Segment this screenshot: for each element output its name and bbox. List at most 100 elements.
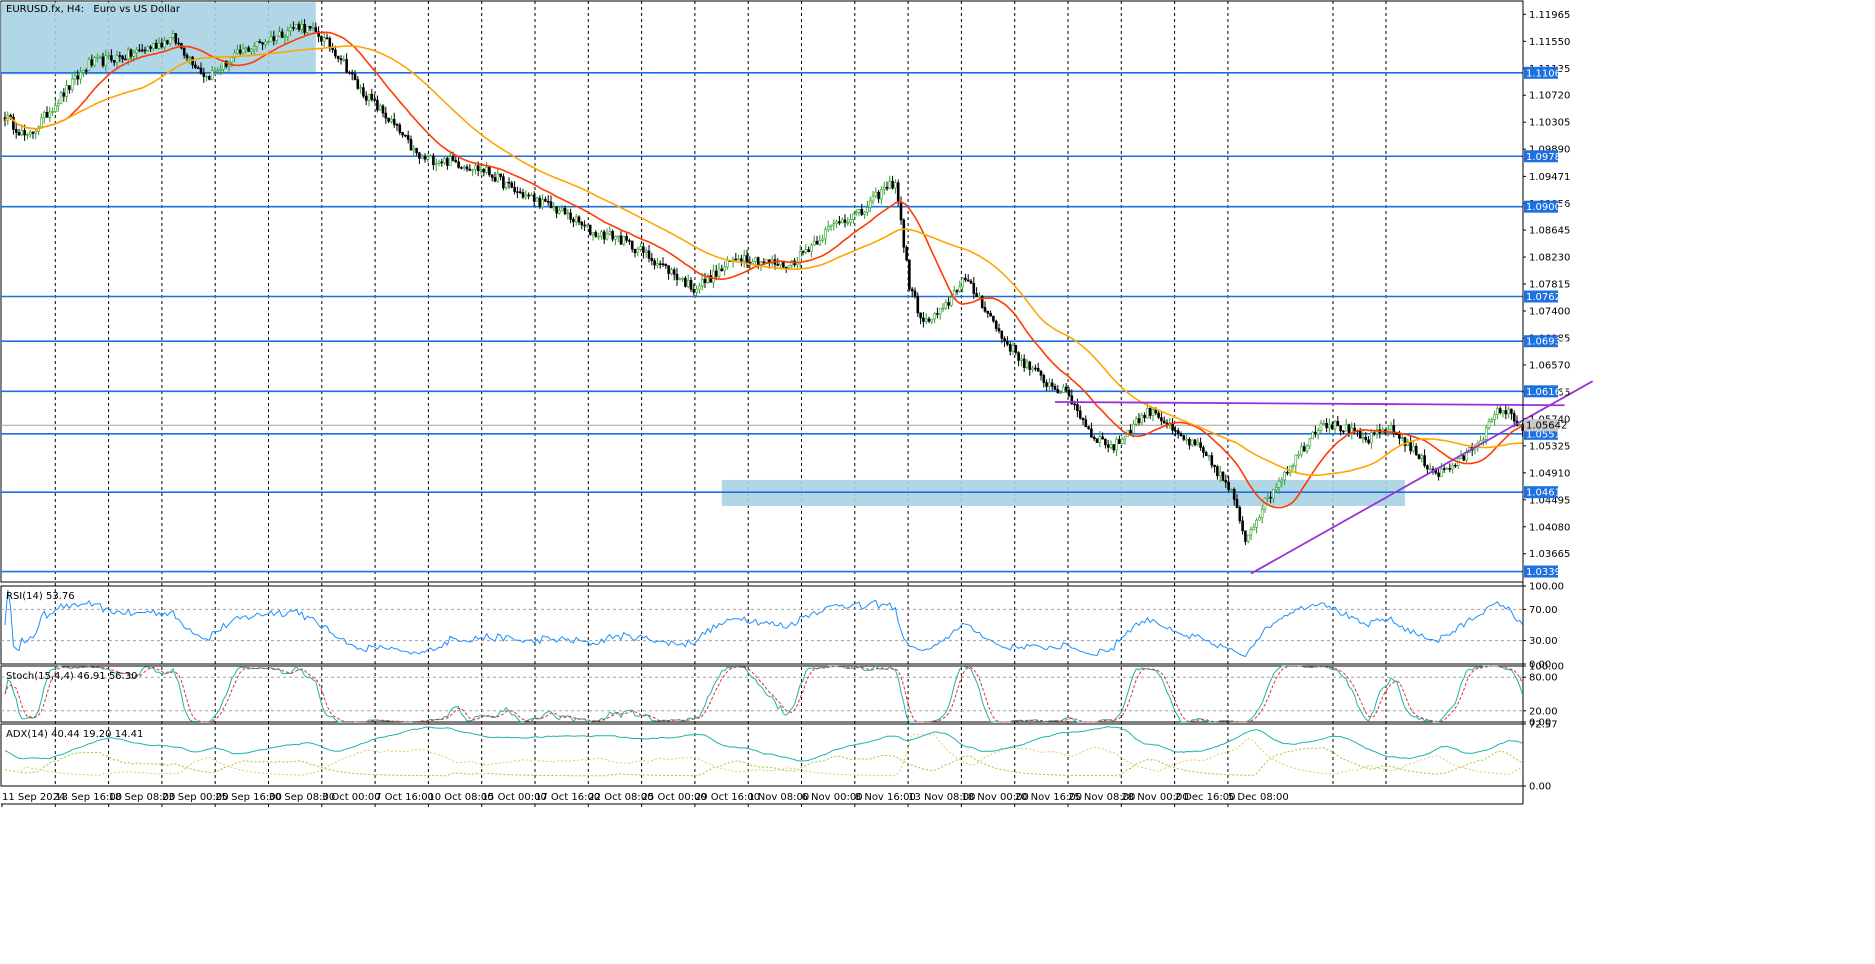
candle-body — [910, 288, 914, 292]
candle-body — [247, 47, 250, 52]
candle-body — [1031, 367, 1034, 370]
candle-body — [1227, 481, 1230, 491]
candle-body — [1185, 438, 1188, 441]
candle-body — [840, 219, 844, 224]
candle-body — [560, 207, 564, 211]
candle-body — [518, 191, 522, 194]
candle-body — [742, 255, 746, 262]
candle-body — [51, 111, 54, 113]
candle-body — [930, 318, 934, 322]
candle-body — [1342, 430, 1345, 433]
candle-body — [717, 268, 721, 277]
candle-body — [1412, 446, 1415, 452]
candle-body — [815, 240, 819, 245]
candle-body — [843, 219, 847, 223]
candle-body — [667, 265, 670, 274]
candle-body — [1294, 454, 1298, 467]
trading-chart[interactable]: 1.119651.115501.111351.107201.103051.098… — [0, 0, 1875, 964]
candle-body — [395, 124, 399, 126]
candle-body — [1092, 436, 1096, 439]
candle-body — [751, 261, 754, 264]
candle-body — [1258, 517, 1261, 521]
candle-body — [1451, 464, 1454, 470]
candle-body — [359, 87, 362, 89]
indicator-tick-label: 100.00 — [1529, 582, 1564, 593]
candle-body — [726, 259, 729, 268]
candle-body — [1302, 446, 1306, 452]
time-label: 5 Dec 08:00 — [1228, 792, 1289, 803]
candle-body — [440, 161, 444, 164]
candle-body — [983, 307, 987, 312]
candle-body — [485, 166, 488, 173]
candle-body — [1241, 520, 1244, 532]
candle-body — [513, 187, 516, 192]
candle-body — [628, 240, 631, 242]
candle-body — [821, 238, 824, 241]
candle-body — [1274, 487, 1278, 490]
candle-body — [891, 180, 894, 189]
candle-body — [194, 64, 197, 68]
candle-body — [493, 177, 497, 182]
candle-body — [73, 75, 77, 80]
candle-body — [1014, 344, 1018, 353]
candle-body — [328, 38, 332, 49]
candle-body — [600, 231, 603, 237]
time-label: 8 Nov 16:00 — [855, 792, 916, 803]
candle-body — [913, 290, 917, 297]
candle-body — [849, 219, 852, 223]
candle-body — [423, 156, 427, 160]
candle-body — [1148, 408, 1152, 416]
candle-body — [432, 155, 435, 166]
candle-body — [1160, 417, 1163, 422]
candle-body — [1311, 431, 1314, 440]
candle-body — [698, 285, 701, 290]
candle-body — [1246, 534, 1250, 542]
candle-body — [1300, 446, 1303, 456]
candle-body — [426, 156, 430, 160]
candle-body — [1462, 455, 1466, 461]
candle-body — [1325, 422, 1328, 429]
candle-body — [121, 55, 124, 60]
candle-body — [401, 132, 404, 136]
candle-body — [502, 176, 505, 189]
candle-body — [1260, 508, 1264, 518]
candle-body — [700, 278, 704, 287]
candle-body — [174, 33, 178, 44]
candle-body — [1059, 392, 1062, 394]
candle-body — [905, 246, 908, 261]
candle-body — [146, 46, 150, 51]
candle-body — [566, 212, 570, 215]
candle-body — [216, 69, 220, 72]
price-tick-label: 1.07815 — [1529, 280, 1570, 291]
candle-body — [922, 317, 925, 322]
candle-body — [1428, 468, 1432, 471]
candle-body — [1283, 471, 1286, 481]
candle-body — [1056, 389, 1060, 394]
candle-body — [45, 111, 49, 118]
candle-body — [544, 199, 547, 202]
candle-body — [860, 208, 864, 215]
candle-body — [703, 278, 707, 283]
candle-body — [591, 232, 595, 235]
candle-body — [286, 30, 290, 37]
candle-body — [1146, 408, 1149, 419]
candle-body — [258, 41, 262, 44]
candle-body — [1235, 499, 1239, 508]
candle-body — [241, 48, 245, 54]
candle-body — [118, 55, 122, 57]
candle-body — [1269, 496, 1272, 499]
candle-body — [695, 288, 698, 293]
candle-body — [1137, 418, 1141, 424]
candle-body — [1210, 455, 1214, 466]
candle-body — [1372, 432, 1376, 435]
candle-body — [1308, 438, 1312, 447]
candle-body — [1087, 426, 1090, 430]
candle-body — [1230, 488, 1233, 491]
candle-body — [762, 261, 766, 264]
candle-body — [885, 186, 889, 189]
candle-body — [353, 73, 357, 80]
candle-body — [1448, 468, 1452, 470]
candle-body — [597, 235, 600, 238]
candle-body — [48, 111, 52, 118]
candle-body — [972, 283, 976, 294]
